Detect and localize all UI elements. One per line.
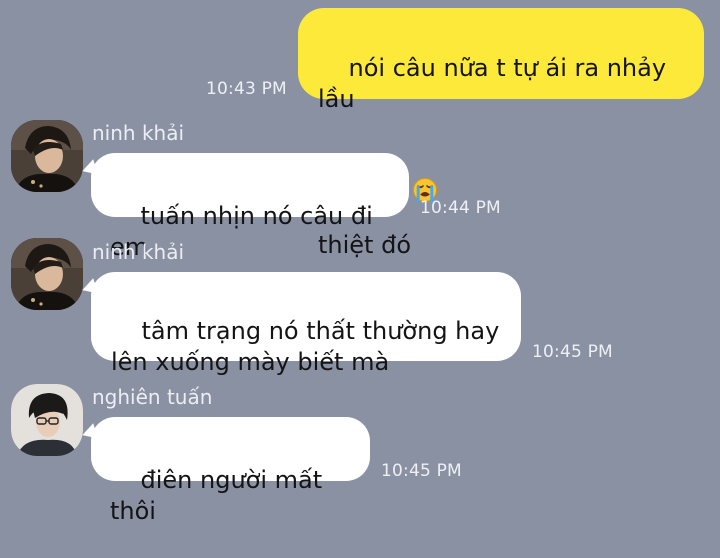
message-timestamp: 10:45 PM — [381, 461, 462, 481]
sender-name: ninh khải — [92, 121, 185, 145]
message-timestamp: 10:44 PM — [420, 198, 501, 218]
message-bubble-incoming[interactable]: tuấn nhịn nó câu đi em — [91, 153, 409, 261]
message-bubble-incoming[interactable]: tâm trạng nó thất thường hay lên xuống m… — [91, 272, 521, 376]
sender-name: nghiên tuấn — [92, 385, 213, 409]
message-bubble-incoming[interactable]: điên người mất thôi — [91, 417, 370, 525]
avatar[interactable] — [11, 238, 83, 310]
message-text: tâm trạng nó thất thường hay lên xuống m… — [111, 317, 500, 376]
avatar[interactable] — [11, 120, 83, 192]
message-timestamp: 10:45 PM — [532, 342, 613, 362]
avatar[interactable] — [11, 384, 83, 456]
chat-area[interactable]: 10:43 PM nói câu nữa t tự ái ra nhảy lầu… — [0, 0, 720, 525]
sender-name: ninh khải — [92, 240, 185, 264]
message-timestamp: 10:43 PM — [206, 79, 287, 99]
message-bubble-outgoing[interactable]: nói câu nữa t tự ái ra nhảy lầu thiệt đó — [298, 8, 704, 259]
loudly-crying-face-icon — [412, 115, 438, 203]
message-text: điên người mất thôi — [110, 466, 330, 525]
